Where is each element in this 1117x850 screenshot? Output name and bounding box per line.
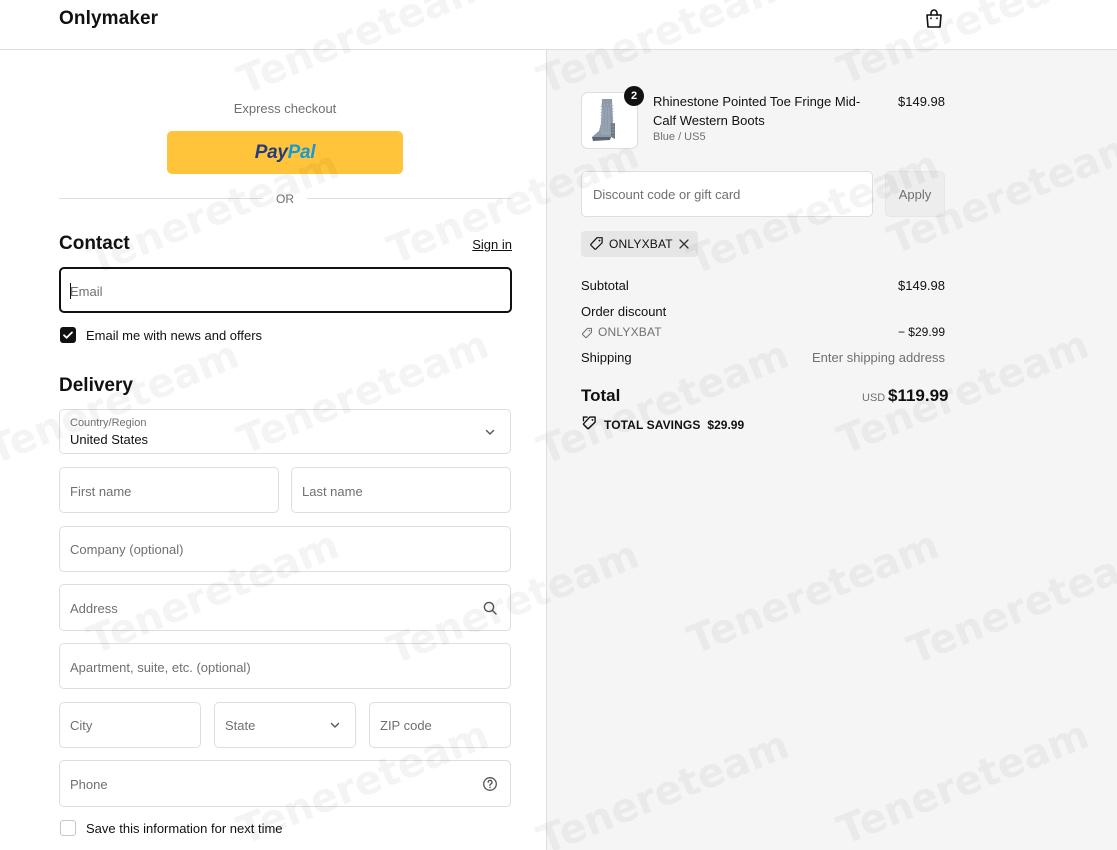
product-variant: Blue / US5: [653, 131, 706, 143]
order-discount-row: Order discount: [581, 304, 945, 322]
or-label: OR: [276, 192, 294, 206]
close-icon[interactable]: [676, 236, 692, 252]
tag-icon: [589, 236, 604, 256]
apartment-placeholder: Apartment, suite, etc. (optional): [70, 660, 251, 675]
company-field[interactable]: Company (optional): [59, 526, 511, 572]
quantity-badge: 2: [624, 86, 644, 106]
address-placeholder: Address: [70, 601, 118, 616]
first-name-field[interactable]: First name: [59, 467, 279, 513]
company-placeholder: Company (optional): [70, 542, 184, 557]
order-discount-detail: ONLYXBAT − $29.99: [581, 324, 945, 342]
total-savings-row: TOTAL SAVINGS $29.99: [581, 415, 744, 435]
total-amount: $119.99: [888, 386, 949, 405]
phone-placeholder: Phone: [70, 777, 108, 792]
country-label: Country/Region: [70, 417, 147, 429]
subtotal-label: Subtotal: [581, 278, 629, 293]
applied-discount-chip: ONLYXBAT: [581, 231, 698, 257]
delivery-heading: Delivery: [59, 375, 133, 396]
newsletter-checkbox[interactable]: [60, 327, 76, 343]
sign-in-link[interactable]: Sign in: [470, 237, 512, 252]
shopping-bag-icon[interactable]: [922, 7, 946, 31]
state-placeholder: State: [225, 718, 256, 733]
state-select[interactable]: State: [214, 702, 356, 748]
chevron-down-icon: [327, 717, 343, 733]
shipping-value: Enter shipping address: [812, 350, 945, 365]
search-icon: [482, 600, 498, 616]
checkmark-icon: [63, 331, 73, 339]
store-logo[interactable]: Onlymaker: [59, 8, 158, 30]
shipping-row: Shipping Enter shipping address: [581, 350, 945, 368]
chevron-down-icon: [482, 424, 498, 440]
express-checkout-label: Express checkout: [233, 101, 337, 116]
email-placeholder: Email: [70, 284, 103, 299]
order-discount-value: − $29.99: [897, 325, 945, 339]
applied-discount-code: ONLYXBAT: [609, 237, 673, 251]
or-divider: OR: [59, 191, 511, 207]
discount-code-input[interactable]: Discount code or gift card: [581, 171, 873, 217]
country-value: United States: [70, 432, 149, 447]
save-info-checkbox[interactable]: [60, 820, 76, 836]
subtotal-value: $149.98: [898, 278, 945, 293]
last-name-field[interactable]: Last name: [291, 467, 511, 513]
last-name-placeholder: Last name: [302, 484, 363, 499]
tag-icon: [581, 326, 593, 344]
shipping-label: Shipping: [581, 350, 632, 365]
total-currency: USD: [862, 392, 886, 404]
city-field[interactable]: City: [59, 702, 201, 748]
tags-icon: [581, 415, 597, 435]
paypal-button[interactable]: PayPal: [167, 131, 403, 174]
total-label: Total: [581, 386, 621, 405]
order-discount-code: ONLYXBAT: [598, 325, 662, 339]
contact-heading: Contact: [59, 233, 130, 254]
help-circle-icon[interactable]: [482, 776, 498, 792]
paypal-logo: PayPal: [254, 141, 316, 163]
product-name: Rhinestone Pointed Toe Fringe Mid-Calf W…: [653, 94, 861, 128]
zip-placeholder: ZIP code: [380, 718, 432, 733]
apartment-field[interactable]: Apartment, suite, etc. (optional): [59, 643, 511, 689]
newsletter-checkbox-row[interactable]: Email me with news and offers: [60, 327, 262, 343]
checkout-header: Onlymaker: [0, 0, 1117, 50]
total-savings-value: $29.99: [707, 418, 745, 432]
zip-field[interactable]: ZIP code: [369, 702, 511, 748]
total-savings-label: TOTAL SAVINGS: [604, 418, 701, 432]
apply-discount-button[interactable]: Apply: [885, 171, 945, 217]
save-info-label: Save this information for next time: [86, 820, 283, 836]
order-summary-panel: [546, 50, 1117, 850]
order-discount-label: Order discount: [581, 304, 667, 319]
save-info-checkbox-row[interactable]: Save this information for next time: [60, 820, 283, 836]
phone-field[interactable]: Phone: [59, 760, 511, 807]
subtotal-row: Subtotal $149.98: [581, 278, 945, 296]
discount-placeholder: Discount code or gift card: [593, 187, 741, 202]
first-name-placeholder: First name: [70, 484, 132, 499]
address-field[interactable]: Address: [59, 584, 511, 631]
country-select[interactable]: Country/Region United States: [59, 409, 511, 454]
newsletter-label: Email me with news and offers: [86, 327, 263, 343]
city-placeholder: City: [70, 718, 93, 733]
email-field[interactable]: Email: [59, 267, 512, 313]
product-price: $149.98: [898, 94, 945, 109]
